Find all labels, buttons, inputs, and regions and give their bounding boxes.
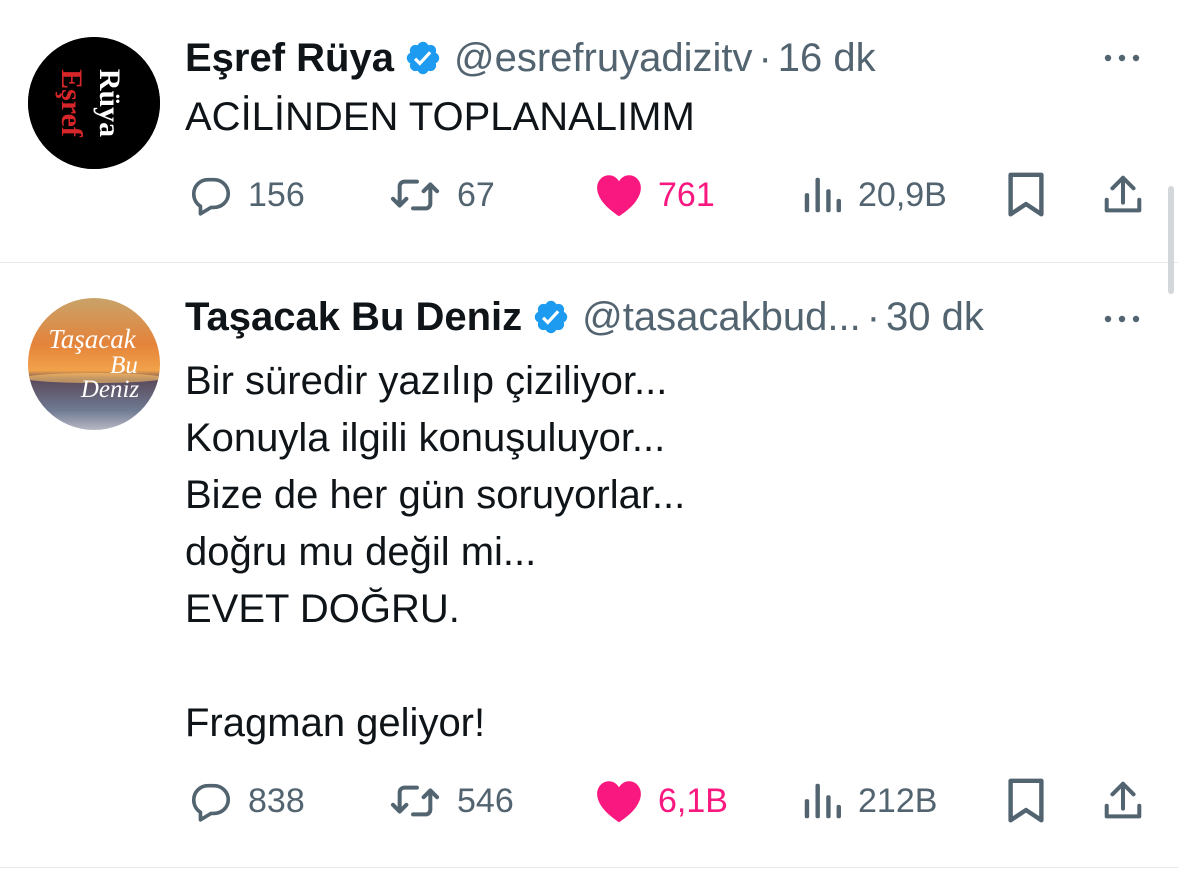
like-button[interactable]: 761	[594, 165, 715, 225]
more-icon[interactable]	[1100, 36, 1144, 80]
avatar-text-tasacak: Taşacak	[48, 324, 137, 354]
retweet-button[interactable]: 546	[387, 771, 514, 831]
share-button[interactable]	[1100, 165, 1146, 225]
reply-count: 838	[248, 781, 305, 820]
like-count: 6,1B	[658, 781, 728, 820]
tweet-header: Eşref Rüya @esrefruyadizitv · 16 dk	[185, 34, 876, 82]
scrollbar[interactable]	[1168, 186, 1174, 294]
views-icon	[804, 783, 841, 819]
retweet-icon	[390, 179, 440, 211]
tweet-text-line: Bir süredir yazılıp çiziliyor...	[185, 359, 668, 403]
retweet-icon	[390, 785, 440, 817]
avatar[interactable]: Eşref Rüya	[28, 37, 160, 169]
tweet-header: Taşacak Bu Deniz @tasacakbud... · 30 dk	[185, 293, 984, 341]
author-name[interactable]: Eşref Rüya	[185, 36, 394, 81]
views-button[interactable]: 212B	[800, 771, 937, 831]
tweet-text-line: doğru mu değil mi...	[185, 530, 537, 574]
author-name[interactable]: Taşacak Bu Deniz	[185, 295, 522, 340]
tweet-text-line: Bize de her gün soruyorlar...	[185, 473, 686, 517]
like-button[interactable]: 6,1B	[594, 771, 728, 831]
verified-badge-icon	[404, 39, 442, 77]
views-icon	[804, 177, 841, 213]
tweet-text-blank-line	[185, 638, 1118, 695]
retweet-button[interactable]: 67	[387, 165, 495, 225]
retweet-count: 546	[457, 781, 514, 820]
tweet[interactable]: Taşacak Bu Deniz Taşacak Bu Deniz @tasac…	[0, 263, 1178, 867]
views-count: 212B	[858, 781, 938, 820]
tweet-actions: 838 546 6,1B 212B	[0, 771, 1178, 831]
avatar-text-bu: Bu	[110, 352, 138, 379]
timestamp[interactable]: 16 dk	[778, 36, 876, 81]
reply-icon	[191, 783, 231, 822]
like-count: 761	[658, 175, 715, 214]
tweet-text-line: Fragman geliyor!	[185, 701, 486, 745]
separator-dot: ·	[866, 294, 881, 339]
reply-button[interactable]: 156	[188, 165, 305, 225]
tweet-text-line: ACİLİNDEN TOPLANALIMM	[185, 95, 695, 139]
heart-icon	[597, 175, 641, 217]
verified-badge-icon	[532, 298, 570, 336]
reply-count: 156	[248, 175, 305, 214]
bookmark-button[interactable]	[1004, 165, 1048, 225]
tweet-text: Bir süredir yazılıp çiziliyor... Konuyla…	[185, 353, 1118, 752]
retweet-count: 67	[457, 175, 495, 214]
separator-dot: ·	[758, 35, 772, 80]
bookmark-icon	[1008, 172, 1044, 217]
share-button[interactable]	[1100, 771, 1146, 831]
tweet-text: ACİLİNDEN TOPLANALIMM	[185, 89, 1118, 146]
reply-icon	[191, 177, 231, 216]
author-handle[interactable]: @tasacakbud...	[582, 295, 861, 340]
share-icon	[1104, 175, 1142, 213]
bookmark-button[interactable]	[1004, 771, 1048, 831]
timeline-feed[interactable]: Eşref Rüya Eşref Rüya @esrefruyadizitv ·…	[0, 0, 1178, 884]
avatar-text-esref: Eşref	[55, 69, 88, 138]
author-handle[interactable]: @esrefruyadizitv	[454, 36, 752, 81]
avatar-text-deniz: Deniz	[80, 376, 140, 403]
bookmark-icon	[1008, 778, 1044, 823]
timestamp[interactable]: 30 dk	[886, 295, 984, 340]
share-icon	[1104, 781, 1142, 819]
heart-icon	[597, 781, 641, 823]
more-icon[interactable]	[1100, 297, 1144, 341]
reply-button[interactable]: 838	[188, 771, 305, 831]
tweet-text-line: EVET DOĞRU.	[185, 587, 460, 631]
divider	[0, 867, 1178, 868]
views-button[interactable]: 20,9B	[800, 165, 947, 225]
tweet-actions: 156 67 761 20,9B	[0, 165, 1178, 225]
avatar-text-ruya: Rüya	[93, 69, 126, 137]
avatar[interactable]: Taşacak Bu Deniz	[28, 298, 160, 430]
tweet[interactable]: Eşref Rüya Eşref Rüya @esrefruyadizitv ·…	[0, 0, 1178, 262]
views-count: 20,9B	[858, 175, 947, 214]
tweet-text-line: Konuyla ilgili konuşuluyor...	[185, 416, 666, 460]
